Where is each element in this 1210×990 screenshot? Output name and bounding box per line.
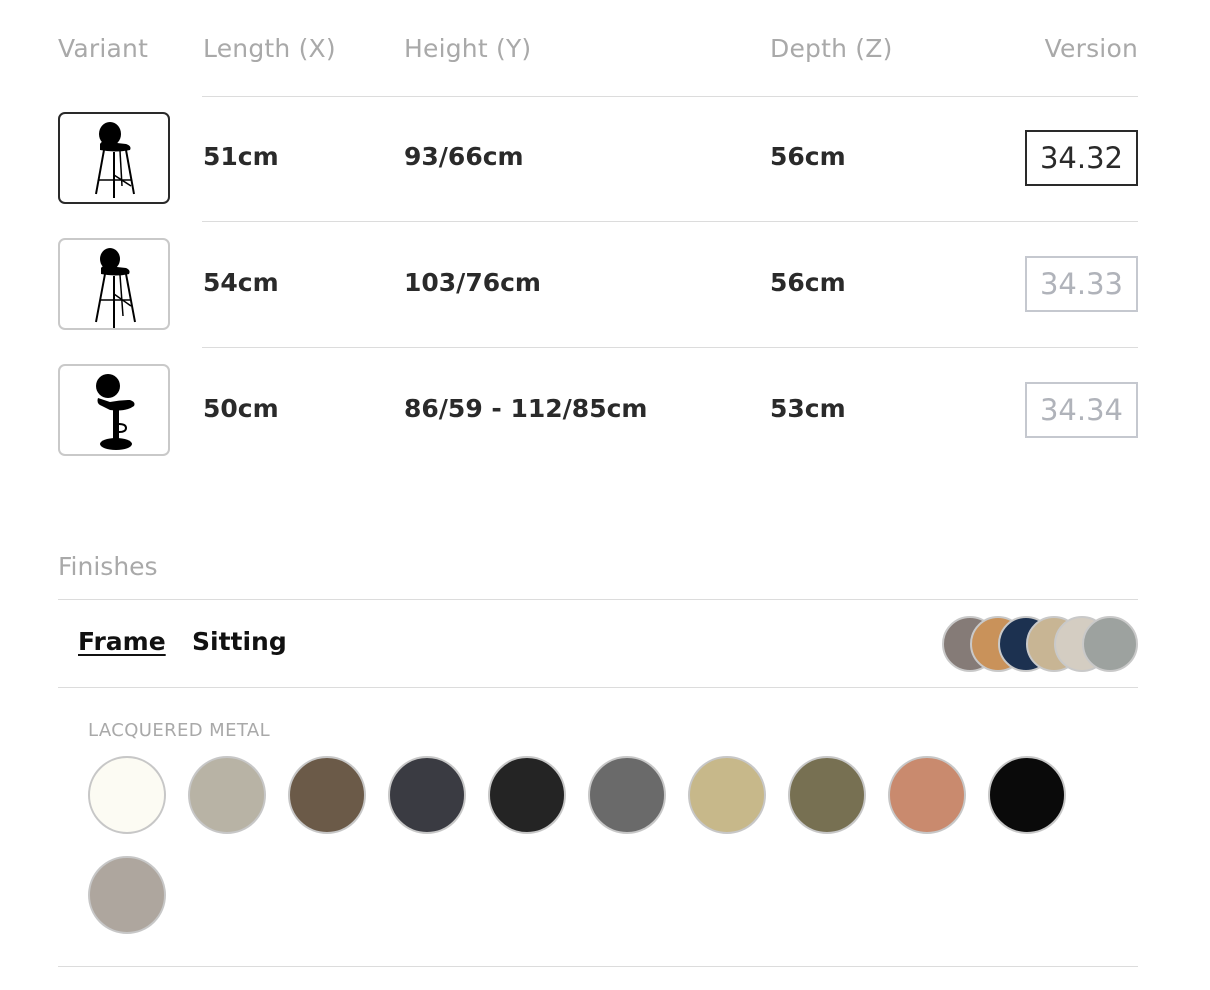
finish-swatch[interactable]: [88, 856, 166, 934]
header-depth: Depth (Z): [770, 34, 893, 63]
depth-value: 53cm: [770, 394, 846, 423]
finish-swatch[interactable]: [188, 756, 266, 834]
finish-swatch[interactable]: [588, 756, 666, 834]
height-value: 86/59 - 112/85cm: [404, 394, 648, 423]
finish-preview-stack[interactable]: [942, 616, 1138, 672]
swivel-stool-icon: [96, 374, 135, 450]
divider: [58, 599, 1138, 600]
variant-thumbnail[interactable]: [58, 238, 170, 330]
length-value: 54cm: [203, 268, 279, 297]
table-header: Variant Length (X) Height (Y) Depth (Z) …: [58, 34, 1138, 70]
finish-preview-swatch: [1082, 616, 1138, 672]
version-button[interactable]: 34.34: [1025, 382, 1138, 438]
header-length: Length (X): [203, 34, 336, 63]
table-row: 51cm 93/66cm 56cm 34.32: [58, 112, 1138, 208]
divider: [58, 966, 1138, 967]
finish-swatch[interactable]: [988, 756, 1066, 834]
tab-frame[interactable]: Frame: [78, 627, 166, 656]
finish-swatch[interactable]: [388, 756, 466, 834]
tab-sitting[interactable]: Sitting: [192, 627, 287, 656]
length-value: 51cm: [203, 142, 279, 171]
depth-value: 56cm: [770, 142, 846, 171]
header-height: Height (Y): [404, 34, 532, 63]
divider: [202, 221, 1138, 222]
table-row: 54cm 103/76cm 56cm 34.33: [58, 238, 1138, 334]
height-value: 103/76cm: [404, 268, 541, 297]
divider: [58, 687, 1138, 688]
version-button[interactable]: 34.32: [1025, 130, 1138, 186]
divider: [202, 96, 1138, 97]
version-button[interactable]: 34.33: [1025, 256, 1138, 312]
finish-swatch[interactable]: [288, 756, 366, 834]
length-value: 50cm: [203, 394, 279, 423]
variant-thumbnail[interactable]: [58, 112, 170, 204]
height-value: 93/66cm: [404, 142, 524, 171]
finish-swatch[interactable]: [88, 756, 166, 834]
bar-stool-icon: [95, 248, 136, 328]
header-version: Version: [1044, 34, 1138, 63]
header-variant: Variant: [58, 34, 149, 63]
finish-swatch[interactable]: [488, 756, 566, 834]
finish-swatch[interactable]: [888, 756, 966, 834]
table-row: 50cm 86/59 - 112/85cm 53cm 34.34: [58, 364, 1138, 460]
divider: [202, 347, 1138, 348]
variant-thumbnail[interactable]: [58, 364, 170, 456]
depth-value: 56cm: [770, 268, 846, 297]
counter-stool-icon: [95, 122, 135, 198]
group-label-lacquered-metal: LACQUERED METAL: [88, 720, 271, 741]
finish-swatch[interactable]: [788, 756, 866, 834]
finishes-title: Finishes: [58, 552, 158, 581]
finish-swatch[interactable]: [688, 756, 766, 834]
